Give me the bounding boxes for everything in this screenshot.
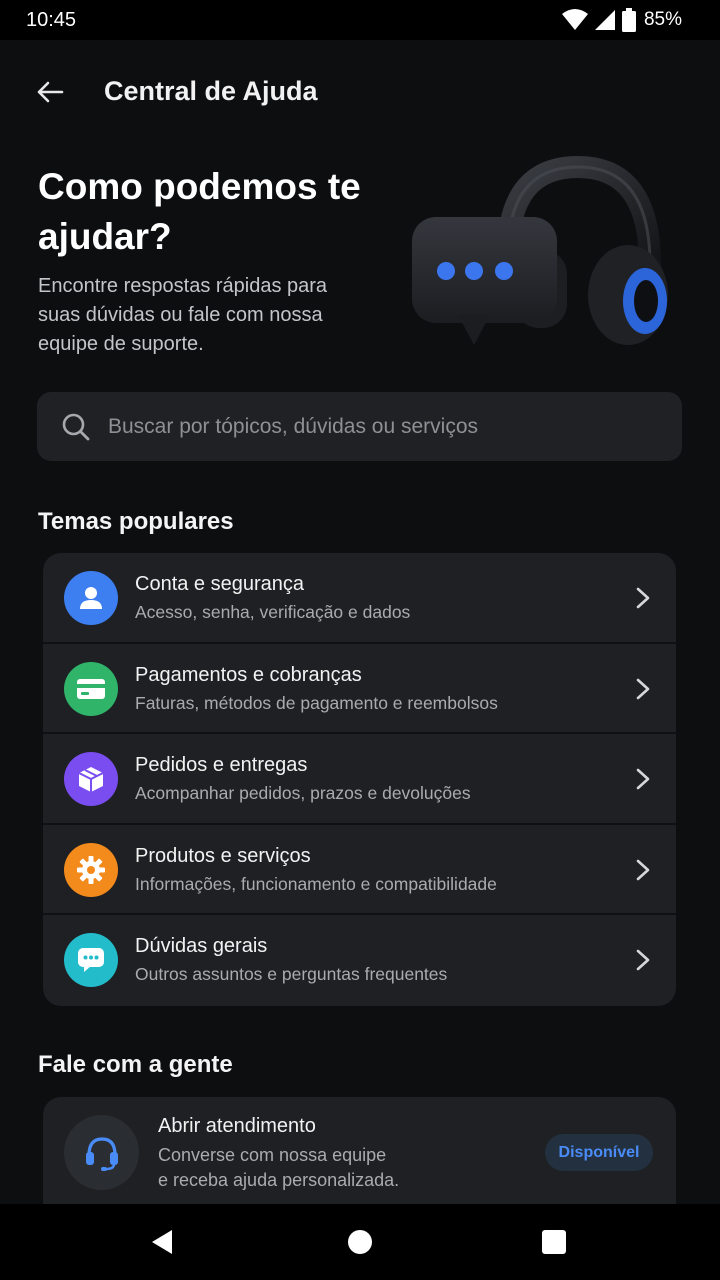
topic-account-security[interactable]: Conta e segurança Acesso, senha, verific… [43, 553, 676, 644]
page-title: Central de Ajuda [104, 76, 318, 106]
topic-icon-badge [64, 571, 118, 625]
search-icon [61, 412, 91, 442]
topic-products-services[interactable]: Produtos e serviços Informações, funcion… [43, 825, 676, 916]
popular-topics-list: Conta e segurança Acesso, senha, verific… [43, 553, 676, 1006]
arrow-left-icon [37, 81, 64, 103]
chat-icon [78, 948, 104, 973]
circle-home-icon [348, 1230, 372, 1254]
credit-card-icon [77, 678, 105, 699]
support-illustration [400, 155, 680, 365]
headset-icon [85, 1136, 118, 1171]
contact-description-line: Converse com nossa equipe [158, 1145, 387, 1165]
back-button[interactable] [28, 72, 72, 112]
wifi-icon [561, 9, 588, 30]
contact-icon-badge [64, 1115, 139, 1190]
contact-title: Abrir atendimento [158, 1115, 316, 1137]
section-title-contact: Fale com a gente [38, 1051, 233, 1078]
open-support-card[interactable]: Abrir atendimento Converse com nossa equ… [43, 1097, 676, 1207]
app-bar: Central de Ajuda [0, 40, 720, 144]
section-title-popular: Temas populares [38, 508, 234, 535]
chevron-right-icon [636, 950, 650, 971]
gear-icon [77, 855, 105, 884]
nav-back-button[interactable] [146, 1226, 178, 1258]
topic-general-questions[interactable]: Dúvidas gerais Outros assuntos e pergunt… [43, 915, 676, 1006]
topic-icon-badge [64, 842, 118, 897]
topic-description: Informações, funcionamento e compatibili… [135, 873, 497, 894]
nav-recents-button[interactable] [538, 1226, 570, 1258]
availability-badge: Disponível [545, 1134, 653, 1171]
user-icon [80, 587, 102, 609]
topic-icon-badge [64, 661, 118, 716]
battery-percent: 85% [643, 9, 682, 30]
topic-title: Dúvidas gerais [135, 935, 268, 958]
nav-home-button[interactable] [344, 1226, 376, 1258]
hero-title: Como podemos te ajudar? [38, 166, 361, 257]
search-bar[interactable] [37, 392, 682, 461]
status-icons: 85% [561, 8, 682, 32]
topic-title: Conta e segurança [135, 573, 305, 595]
signal-icon [594, 10, 615, 30]
chevron-right-icon [636, 859, 650, 881]
square-recents-icon [542, 1230, 566, 1254]
topic-orders-deliveries[interactable]: Pedidos e entregas Acompanhar pedidos, p… [43, 734, 676, 825]
triangle-back-icon [152, 1230, 172, 1254]
topic-description: Acesso, senha, verificação e dados [135, 602, 411, 622]
chevron-right-icon [636, 587, 650, 609]
package-icon [78, 767, 104, 793]
headset-chat-illustration [412, 155, 668, 345]
contact-description: Converse com nossa equipe e receba ajuda… [158, 1143, 458, 1193]
chevron-right-icon [636, 768, 650, 790]
topic-description: Acompanhar pedidos, prazos e devoluções [135, 783, 471, 804]
topic-title: Pagamentos e cobranças [135, 663, 362, 686]
system-nav-bar [0, 1204, 720, 1280]
topic-title: Produtos e serviços [135, 844, 311, 867]
topic-icon-badge [64, 752, 118, 807]
hero-subtitle: Encontre respostas rápidas para suas dúv… [38, 275, 328, 355]
battery-icon [621, 8, 636, 32]
topic-description: Outros assuntos e perguntas frequentes [135, 964, 448, 985]
topic-payments[interactable]: Pagamentos e cobranças Faturas, métodos … [43, 644, 676, 735]
status-time: 10:45 [26, 9, 77, 31]
topic-description: Faturas, métodos de pagamento e reembols… [135, 692, 498, 713]
status-bar: 10:45 85% [0, 0, 720, 40]
search-input[interactable] [108, 414, 648, 439]
topic-icon-badge [64, 933, 118, 988]
contact-description-line: e receba ajuda personalizada. [158, 1170, 400, 1190]
topic-title: Pedidos e entregas [135, 754, 308, 777]
chevron-right-icon [636, 678, 650, 699]
